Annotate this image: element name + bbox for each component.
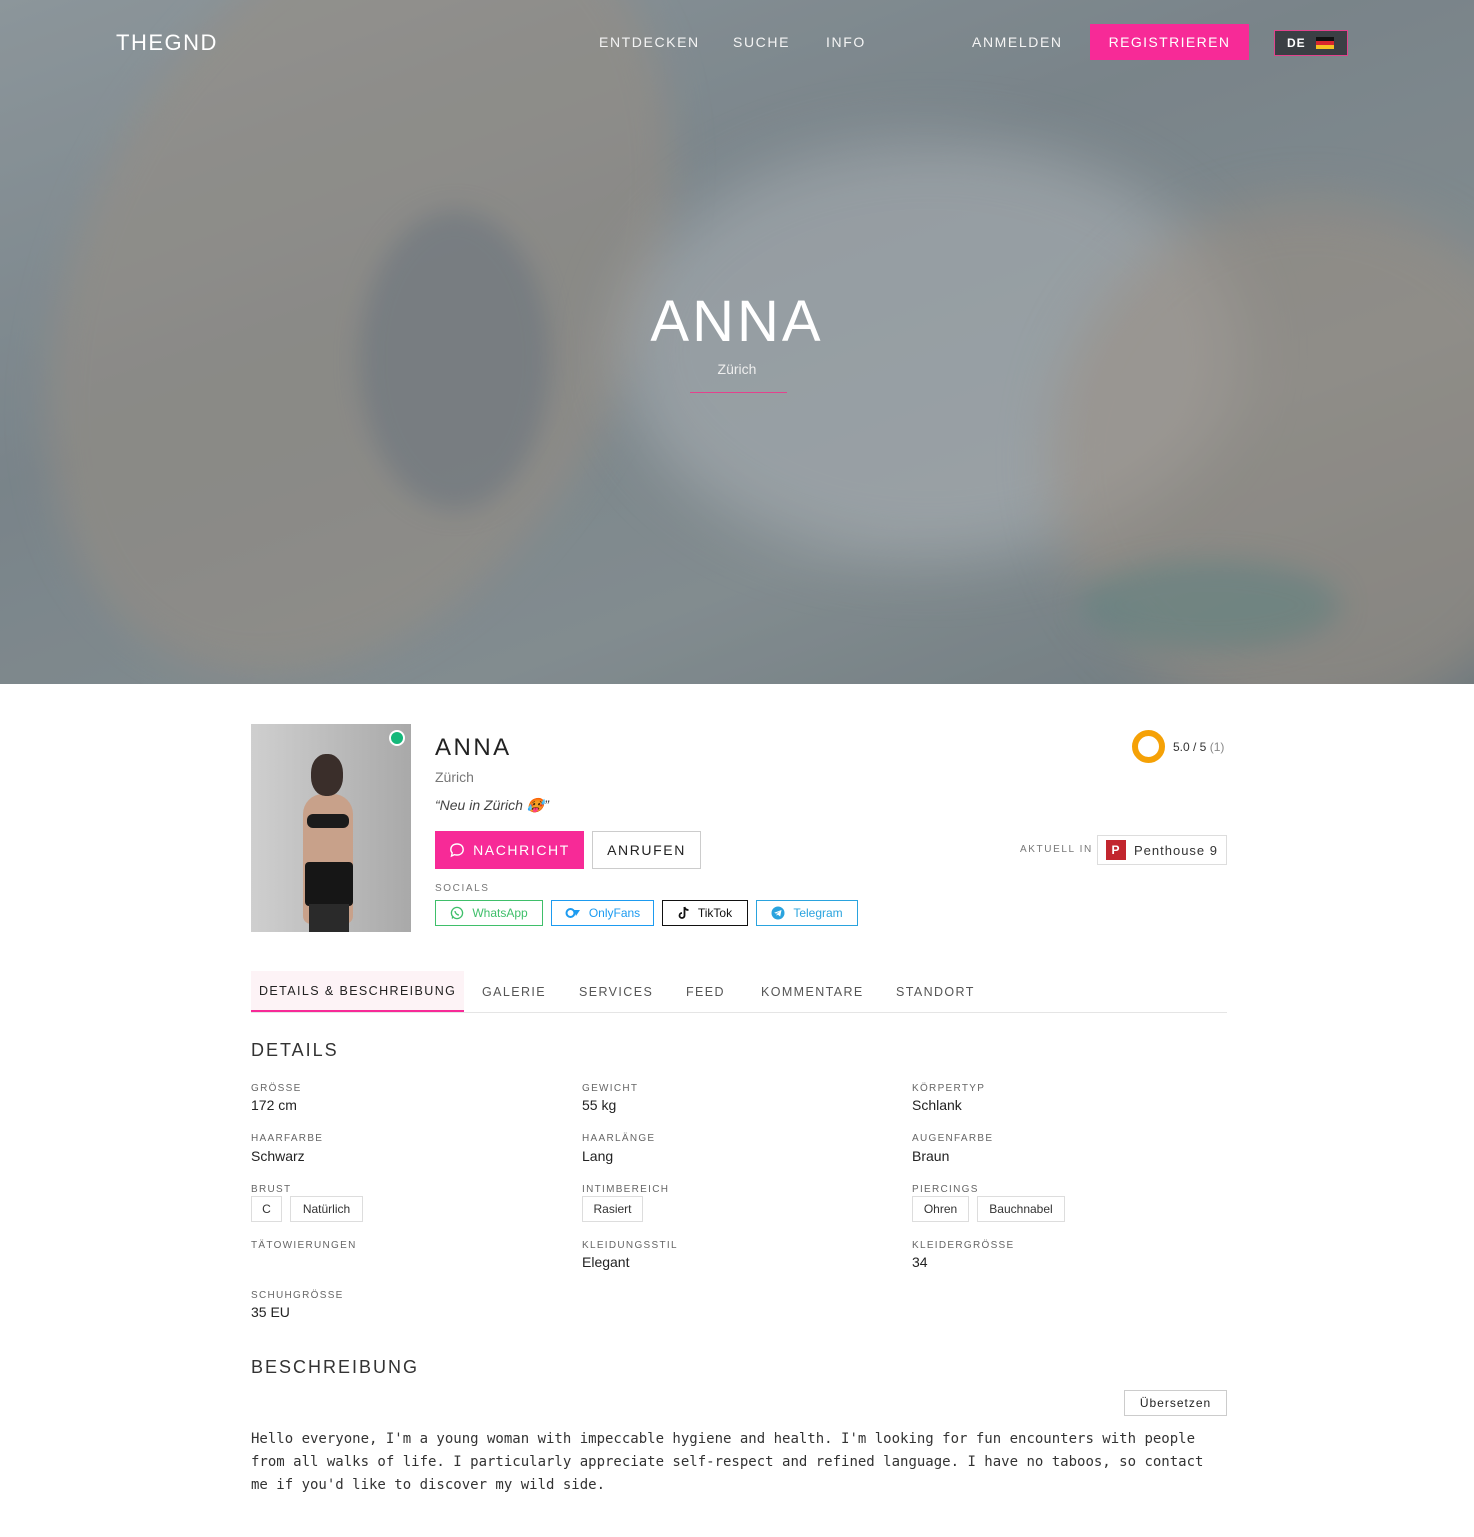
tab-feed[interactable]: FEED — [686, 971, 725, 1012]
top-navigation: THEGND ENTDECKEN SUCHE INFO ANMELDEN REG… — [0, 0, 1474, 84]
profile-city: Zürich — [435, 769, 474, 785]
site-logo[interactable]: THEGND — [116, 30, 218, 56]
whatsapp-label: WhatsApp — [472, 906, 528, 920]
login-link[interactable]: ANMELDEN — [972, 34, 1063, 50]
detail-value: 172 cm — [251, 1097, 297, 1113]
detail-label: KLEIDERGRÖSSE — [912, 1240, 1015, 1251]
socials-label: SOCIALS — [435, 883, 490, 894]
profile-tabs: DETAILS & BESCHREIBUNG GALERIE SERVICES … — [251, 971, 1227, 1013]
detail-label: PIERCINGS — [912, 1184, 979, 1195]
detail-chip: Bauchnabel — [977, 1196, 1065, 1222]
whatsapp-link[interactable]: WhatsApp — [435, 900, 543, 926]
whatsapp-icon — [451, 906, 464, 920]
message-button[interactable]: NACHRICHT — [435, 831, 584, 869]
current-location-name: Penthouse 9 — [1134, 842, 1219, 858]
message-button-label: NACHRICHT — [473, 842, 570, 858]
photo-figure — [309, 904, 349, 932]
detail-value: 55 kg — [582, 1097, 617, 1113]
telegram-icon — [771, 906, 785, 920]
detail-label: BRUST — [251, 1184, 292, 1195]
language-code: DE — [1287, 36, 1306, 50]
detail-label: GEWICHT — [582, 1083, 639, 1094]
detail-chip: Rasiert — [582, 1196, 643, 1222]
rating[interactable]: 5.0 / 5 (1) — [1132, 730, 1224, 763]
detail-label: KÖRPERTYP — [912, 1083, 986, 1094]
photo-figure — [311, 754, 343, 796]
nav-link-suche[interactable]: SUCHE — [733, 34, 790, 50]
description-heading: BESCHREIBUNG — [251, 1357, 420, 1377]
profile-name: ANNA — [435, 734, 512, 761]
detail-value: Schlank — [912, 1097, 962, 1113]
profile-quote: “Neu in Zürich 🥵” — [435, 797, 549, 813]
telegram-link[interactable]: Telegram — [756, 900, 858, 926]
photo-figure — [307, 814, 349, 828]
detail-label: KLEIDUNGSSTIL — [582, 1240, 678, 1251]
onlyfans-icon — [565, 908, 580, 918]
detail-value: Schwarz — [251, 1148, 305, 1164]
detail-label: HAARFARBE — [251, 1133, 324, 1144]
online-status-dot — [389, 730, 405, 746]
tiktok-link[interactable]: TikTok — [662, 900, 748, 926]
detail-value: Braun — [912, 1148, 950, 1164]
penthouse-logo-icon: P — [1106, 840, 1126, 860]
rating-ring-icon — [1132, 730, 1165, 763]
detail-label: TÄTOWIERUNGEN — [251, 1240, 357, 1251]
rating-value: 5.0 / 5 — [1173, 739, 1207, 754]
detail-label: GRÖSSE — [251, 1083, 302, 1094]
tab-galerie[interactable]: GALERIE — [482, 971, 546, 1012]
german-flag-icon — [1315, 37, 1334, 49]
translate-button[interactable]: Übersetzen — [1124, 1390, 1227, 1416]
tiktok-label: TikTok — [697, 906, 733, 920]
rating-count: (1) — [1209, 739, 1225, 754]
telegram-label: Telegram — [793, 906, 843, 920]
register-button[interactable]: REGISTRIEREN — [1090, 24, 1249, 60]
detail-value: 35 EU — [251, 1304, 290, 1320]
call-button[interactable]: ANRUFEN — [592, 831, 701, 869]
hero-city: Zürich — [717, 361, 757, 377]
nav-link-info[interactable]: INFO — [826, 34, 866, 50]
rating-text: 5.0 / 5 (1) — [1173, 740, 1224, 754]
onlyfans-label: OnlyFans — [588, 906, 641, 920]
tiktok-icon — [678, 906, 689, 919]
detail-value: Elegant — [582, 1254, 630, 1270]
current-location-label: AKTUELL IN — [1020, 844, 1093, 855]
details-heading: DETAILS — [251, 1040, 339, 1060]
detail-value: Lang — [582, 1148, 614, 1164]
tab-kommentare[interactable]: KOMMENTARE — [761, 971, 864, 1012]
language-selector[interactable]: DE — [1274, 30, 1348, 56]
hero-name: ANNA — [650, 289, 824, 354]
onlyfans-link[interactable]: OnlyFans — [551, 900, 654, 926]
detail-value: 34 — [912, 1254, 928, 1270]
detail-label: HAARLÄNGE — [582, 1133, 656, 1144]
hero-divider — [690, 392, 787, 393]
profile-photo[interactable] — [251, 724, 411, 932]
tab-details[interactable]: DETAILS & BESCHREIBUNG — [251, 971, 465, 1012]
detail-chip: Natürlich — [290, 1196, 363, 1222]
detail-label: INTIMBEREICH — [582, 1184, 670, 1195]
description-text: Hello everyone, I'm a young woman with i… — [251, 1431, 1204, 1493]
detail-label: SCHUHGRÖSSE — [251, 1290, 344, 1301]
chat-bubble-icon — [450, 843, 464, 858]
detail-chip: C — [251, 1196, 282, 1222]
detail-label: AUGENFARBE — [912, 1133, 994, 1144]
tab-services[interactable]: SERVICES — [579, 971, 653, 1012]
current-location-button[interactable]: P Penthouse 9 — [1097, 835, 1227, 865]
hero-banner: THEGND ENTDECKEN SUCHE INFO ANMELDEN REG… — [0, 0, 1474, 684]
photo-figure — [305, 862, 353, 906]
nav-link-entdecken[interactable]: ENTDECKEN — [599, 34, 700, 50]
tab-standort[interactable]: STANDORT — [896, 971, 975, 1012]
detail-chip: Ohren — [912, 1196, 969, 1222]
